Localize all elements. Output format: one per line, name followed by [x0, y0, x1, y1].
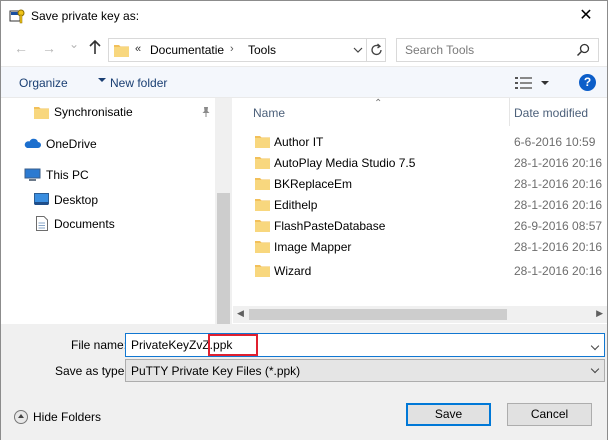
cloud-icon: [24, 138, 41, 148]
file-date: 26-9-2016 08:57: [514, 219, 603, 233]
file-name: Author IT: [274, 135, 324, 149]
folder-icon: [255, 178, 270, 190]
search-placeholder[interactable]: Search Tools: [405, 43, 474, 57]
folder-icon: [255, 220, 270, 232]
folder-icon: [255, 265, 270, 277]
sort-ascending-icon: ⌃: [374, 98, 383, 109]
address-dropdown[interactable]: [348, 39, 366, 61]
sidebar-item-label: Synchronisatie: [54, 105, 133, 119]
pin-icon[interactable]: [201, 106, 211, 118]
file-date: 28-1-2016 20:16: [514, 177, 603, 191]
save-as-type-label: Save as type:: [55, 364, 128, 378]
computer-icon: [24, 168, 41, 181]
save-options-panel: File name: PrivateKeyZvZ.ppk Save as typ…: [1, 324, 607, 440]
file-row[interactable]: Image Mapper 28-1-2016 20:16: [233, 236, 607, 257]
sidebar-item-onedrive[interactable]: OneDrive: [1, 133, 215, 155]
column-header-date-modified[interactable]: Date modified: [514, 106, 588, 120]
desktop-icon: [34, 193, 49, 205]
organize-caret-icon[interactable]: [98, 78, 106, 82]
navigation-bar: ← → ⌄ « Documentatie › Tools Search Tool…: [1, 32, 607, 66]
close-icon[interactable]: ✕: [577, 7, 595, 25]
title-bar: Save private key as: ✕: [1, 1, 607, 32]
sidebar-item-label: OneDrive: [46, 137, 97, 151]
file-row[interactable]: FlashPasteDatabase 26-9-2016 08:57: [233, 215, 607, 236]
breadcrumb-separator-icon[interactable]: ›: [230, 43, 234, 55]
refresh-button[interactable]: [366, 39, 386, 61]
chevron-down-icon: [353, 47, 363, 53]
file-name: Edithelp: [274, 198, 318, 212]
breadcrumb-tools[interactable]: Tools: [248, 43, 276, 57]
folder-icon: [34, 107, 49, 119]
sidebar-item-label: Documents: [54, 217, 115, 231]
view-options-caret-icon[interactable]: [541, 81, 549, 85]
file-name: BKReplaceEm: [274, 177, 353, 191]
scroll-right-icon[interactable]: ▶: [596, 308, 603, 319]
forward-arrow-icon[interactable]: →: [42, 40, 56, 56]
breadcrumb-documentatie[interactable]: Documentatie: [150, 43, 224, 57]
file-list-scrollbar[interactable]: ◀ ▶: [233, 306, 607, 323]
file-name: Image Mapper: [274, 240, 352, 254]
save-button[interactable]: Save: [406, 403, 491, 426]
search-box[interactable]: Search Tools: [396, 38, 599, 62]
file-list: ⌃ Name Date modified Author IT 6-6-2016 …: [233, 98, 607, 324]
up-arrow-icon[interactable]: [88, 39, 102, 55]
cancel-button[interactable]: Cancel: [507, 403, 592, 426]
navigation-pane-scrollbar[interactable]: [215, 98, 232, 351]
file-name: FlashPasteDatabase: [274, 219, 386, 233]
sidebar-item-synchronisatie[interactable]: Synchronisatie: [1, 101, 215, 123]
file-name-field[interactable]: PrivateKeyZvZ.ppk: [125, 333, 605, 357]
refresh-icon: [371, 43, 382, 56]
file-date: 28-1-2016 20:16: [514, 240, 603, 254]
column-headers: ⌃ Name Date modified: [233, 98, 607, 126]
chevron-down-icon[interactable]: [590, 364, 600, 374]
file-row[interactable]: Edithelp 28-1-2016 20:16: [233, 194, 607, 215]
hide-folders-button[interactable]: Hide Folders: [33, 410, 101, 424]
column-divider[interactable]: [509, 98, 510, 126]
folder-icon: [114, 45, 129, 57]
command-toolbar: Organize New folder ?: [1, 66, 607, 98]
address-bar[interactable]: « Documentatie › Tools: [108, 38, 386, 62]
help-icon[interactable]: ?: [579, 74, 596, 91]
back-arrow-icon[interactable]: ←: [14, 40, 28, 56]
file-row[interactable]: Wizard 28-1-2016 20:16: [233, 260, 607, 281]
view-options-icon[interactable]: [515, 76, 533, 90]
save-dialog: Save private key as: ✕ ← → ⌄ « Documenta…: [0, 0, 608, 440]
file-date: 28-1-2016 20:16: [514, 264, 603, 278]
file-row[interactable]: AutoPlay Media Studio 7.5 28-1-2016 20:1…: [233, 152, 607, 173]
file-name: Wizard: [274, 264, 312, 278]
file-row[interactable]: BKReplaceEm 28-1-2016 20:16: [233, 173, 607, 194]
folder-icon: [255, 241, 270, 253]
file-date: 28-1-2016 20:16: [514, 156, 603, 170]
hide-folders-icon[interactable]: [14, 410, 28, 424]
sidebar-item-desktop[interactable]: Desktop: [1, 189, 215, 211]
documents-icon: [36, 216, 48, 231]
scrollbar-thumb[interactable]: [249, 309, 507, 320]
extension-highlight-box: [208, 334, 258, 356]
column-header-name[interactable]: Name: [253, 106, 285, 120]
file-row[interactable]: Author IT 6-6-2016 10:59: [233, 131, 607, 152]
folder-icon: [255, 157, 270, 169]
window-title: Save private key as:: [31, 9, 140, 23]
sidebar-item-label: Desktop: [54, 193, 99, 207]
new-folder-button[interactable]: New folder: [110, 76, 167, 90]
folder-icon: [255, 136, 270, 148]
putty-key-icon: [9, 9, 25, 24]
file-name: AutoPlay Media Studio 7.5: [274, 156, 416, 170]
folder-icon: [255, 199, 270, 211]
navigation-pane: Synchronisatie OneDrive This PC Desktop: [1, 98, 233, 351]
file-name-label: File name:: [71, 338, 128, 352]
search-icon[interactable]: [576, 43, 590, 57]
sidebar-item-label: This PC: [46, 168, 89, 182]
sidebar-item-this-pc[interactable]: This PC: [1, 164, 215, 186]
save-as-type-value: PuTTY Private Key Files (*.ppk): [131, 364, 301, 378]
save-as-type-select[interactable]: PuTTY Private Key Files (*.ppk): [125, 359, 605, 382]
sidebar-item-documents[interactable]: Documents: [1, 213, 215, 235]
chevron-down-icon[interactable]: [590, 341, 600, 351]
address-overflow-chevron[interactable]: «: [135, 43, 141, 55]
file-date: 6-6-2016 10:59: [514, 135, 596, 149]
recent-locations-chevron-icon[interactable]: ⌄: [69, 37, 79, 51]
file-date: 28-1-2016 20:16: [514, 198, 603, 212]
organize-menu[interactable]: Organize: [19, 76, 68, 90]
scroll-left-icon[interactable]: ◀: [237, 308, 244, 319]
